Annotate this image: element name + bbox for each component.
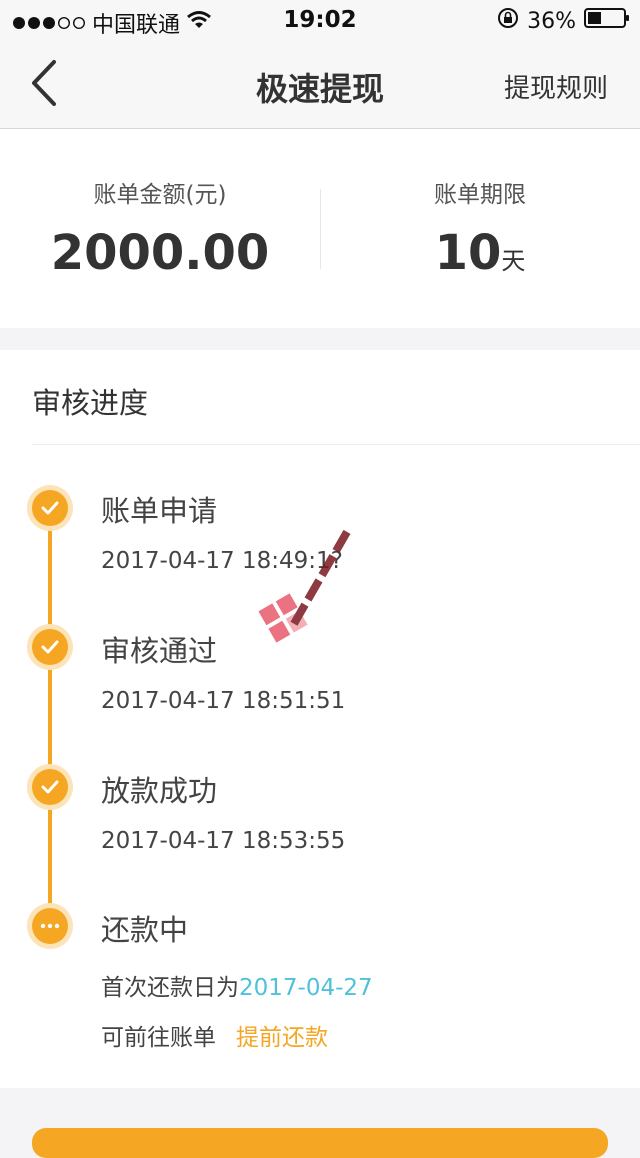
bill-term-value: 10	[434, 225, 502, 281]
check-icon	[32, 769, 68, 805]
status-right: 36%	[497, 7, 630, 35]
prepay-link[interactable]: 提前还款	[236, 1025, 328, 1051]
timeline-line	[48, 510, 52, 928]
bill-amount-block: 账单金额(元) 2000.00	[0, 129, 320, 328]
progress-title: 审核进度	[32, 386, 149, 420]
step-title-apply: 账单申请	[101, 494, 218, 528]
progress-divider	[32, 444, 640, 445]
first-repay-line: 首次还款日为2017-04-27	[101, 968, 373, 1002]
first-repay-prefix: 首次还款日为	[101, 975, 239, 1001]
bill-term-label: 账单期限	[434, 182, 526, 208]
bill-amount-label: 账单金额(元)	[93, 182, 227, 208]
bill-prefix: 可前往账单	[101, 1025, 216, 1051]
step-title-approved: 审核通过	[101, 634, 218, 668]
withdraw-rules-link[interactable]: 提现规则	[504, 68, 608, 105]
battery-percent: 36%	[527, 8, 576, 34]
more-icon	[32, 908, 68, 944]
bottom-action-button[interactable]	[32, 1128, 608, 1158]
rotation-lock-icon	[497, 7, 519, 35]
battery-icon	[584, 7, 630, 35]
bill-summary: 账单金额(元) 2000.00 账单期限 10天	[0, 129, 640, 328]
watermark-logo	[255, 500, 395, 660]
check-icon	[32, 629, 68, 665]
bill-amount-value: 2000.00	[50, 225, 270, 281]
bill-term-unit: 天	[501, 247, 526, 275]
step-title-disbursed: 放款成功	[101, 774, 218, 808]
review-progress: 审核进度 账单申请 2017-04-17 18:49:1? 审核通过 2017-…	[0, 350, 640, 1088]
first-repay-date: 2017-04-27	[239, 975, 373, 1001]
status-bar: 中国联通 19:02 36%	[0, 0, 640, 40]
step-time-disbursed: 2017-04-17 18:53:55	[101, 828, 346, 854]
bill-term-block: 账单期限 10天	[320, 129, 640, 328]
step-time-approved: 2017-04-17 18:51:51	[101, 688, 346, 714]
check-icon	[32, 490, 68, 526]
nav-bar: 极速提现 提现规则	[0, 40, 640, 129]
step-title-repaying: 还款中	[101, 913, 189, 947]
bill-link-line: 可前往账单 提前还款	[101, 1018, 328, 1052]
bill-term-value-wrap: 10天	[320, 225, 640, 281]
